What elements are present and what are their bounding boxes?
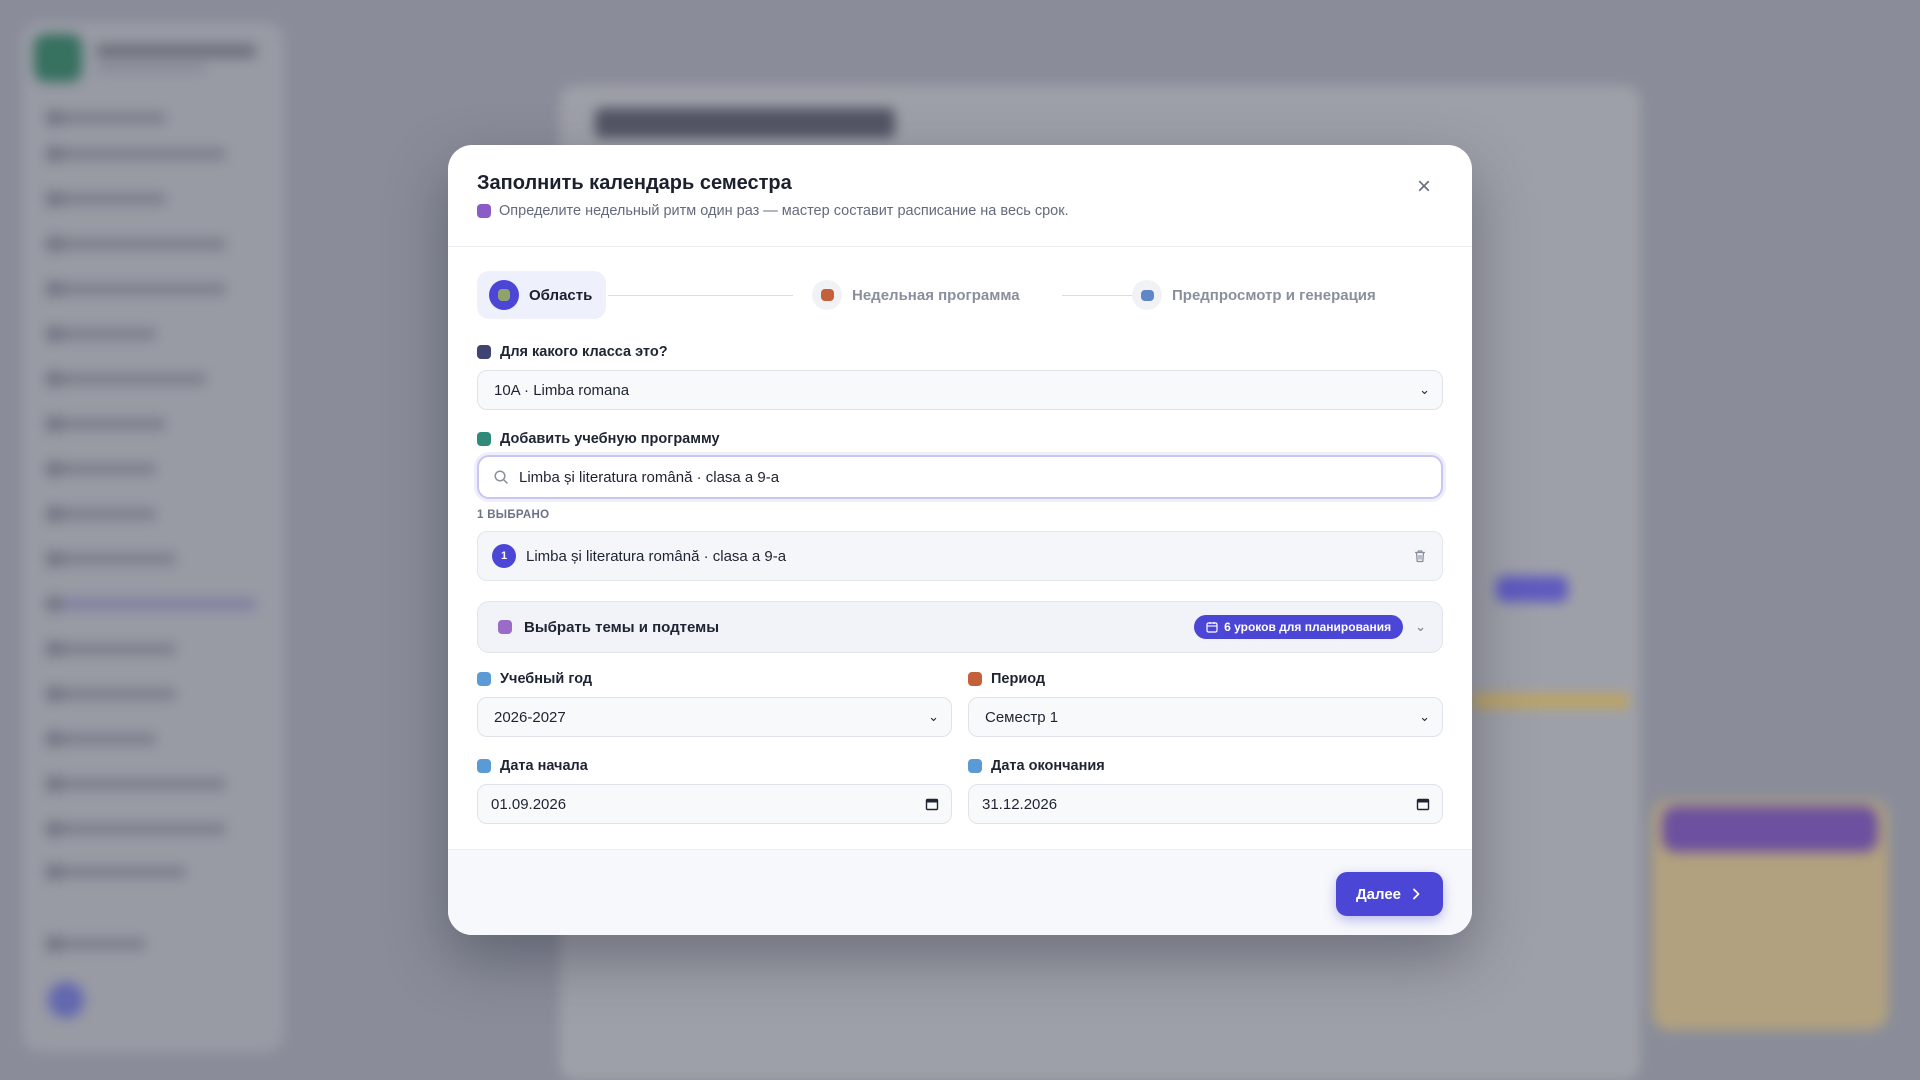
topics-label: Выбрать темы и подтемы [524, 618, 720, 636]
bg-logo [34, 34, 82, 82]
lessons-badge: 6 уроков для планирования [1194, 615, 1404, 639]
chevron-down-icon: ⌄ [928, 709, 939, 724]
fill-semester-calendar-modal: Заполнить календарь семестра Определите … [448, 145, 1472, 935]
step-preview-generate[interactable]: Предпросмотр и генерация [1132, 271, 1376, 319]
bg-sidebar [22, 22, 284, 1052]
class-field-label: Для какого класса это? [477, 344, 668, 360]
bg-event-strip [1470, 694, 1630, 708]
topics-accordion[interactable]: Выбрать темы и подтемы 6 уроков для план… [477, 601, 1443, 653]
calendar-picker-icon[interactable] [1416, 797, 1430, 811]
program-field-label: Добавить учебную программу [477, 431, 720, 447]
close-icon: × [1416, 173, 1431, 200]
chevron-down-icon: ⌄ [1419, 709, 1430, 724]
chevron-down-icon: ⌄ [1419, 382, 1430, 397]
period-field-label: Период [968, 671, 1045, 687]
bg-nav-item [46, 776, 226, 792]
class-select-value: 10A · Limba romana [494, 381, 630, 399]
modal-subtitle-text: Определите недельный ритм один раз — мас… [499, 203, 1069, 219]
period-select-value: Семестр 1 [985, 708, 1059, 726]
year-select-value: 2026-2027 [494, 708, 566, 726]
start-date-input[interactable]: 01.09.2026 [477, 784, 952, 824]
bg-logo-subtext [96, 64, 206, 72]
bg-nav-item [46, 371, 206, 387]
bg-nav-heading [46, 864, 186, 880]
bg-nav-item [46, 821, 226, 837]
preview-icon [1132, 280, 1162, 310]
topics-icon [498, 620, 512, 634]
close-button[interactable]: × [1412, 175, 1436, 199]
bg-nav-item [46, 731, 156, 747]
step-weekly-program-label: Недельная программа [852, 286, 1020, 304]
search-icon [494, 470, 508, 484]
bg-nav-item [46, 326, 156, 342]
wand-icon [477, 204, 491, 218]
books-icon [489, 280, 519, 310]
selected-program-label: Limba și literatura română · clasa a 9-a [526, 547, 787, 565]
bg-nav-item [46, 936, 146, 952]
program-field-label-text: Добавить учебную программу [500, 431, 720, 447]
trash-icon[interactable] [1412, 548, 1428, 564]
calendar-icon [477, 672, 491, 686]
bg-nav-item [46, 461, 156, 477]
step-preview-generate-label: Предпросмотр и генерация [1172, 286, 1376, 304]
bg-nav-item [46, 191, 166, 207]
step-scope-label: Область [529, 286, 593, 304]
class-icon [477, 345, 491, 359]
step-scope[interactable]: Область [477, 271, 607, 319]
bg-nav-item [46, 416, 166, 432]
bg-nav-heading [46, 110, 166, 126]
calendar-icon [1206, 622, 1218, 633]
next-button[interactable]: Далее [1335, 872, 1443, 916]
book-icon [477, 432, 491, 446]
bg-nav-item [46, 641, 176, 657]
step-weekly-program[interactable]: Недельная программа [812, 271, 1020, 319]
bg-user-avatar [48, 982, 84, 1018]
step-connector [608, 295, 793, 296]
package-icon [812, 280, 842, 310]
calendar-picker-icon[interactable] [925, 797, 939, 811]
year-field-label: Учебный год [477, 671, 592, 687]
end-date-label: Дата окончания [968, 758, 1105, 774]
bg-calendar-header [1662, 806, 1878, 852]
end-date-input[interactable]: 31.12.2026 [968, 784, 1443, 824]
bg-logo-text [96, 44, 256, 58]
end-date-value: 31.12.2026 [982, 795, 1058, 813]
bg-nav-item [46, 236, 226, 252]
selected-program-item: 1 Limba și literatura română · clasa a 9… [477, 531, 1443, 581]
modal-header: Заполнить календарь семестра Определите … [448, 145, 1472, 247]
start-date-label-text: Дата начала [500, 758, 588, 774]
bg-page-title [595, 108, 895, 138]
modal-title: Заполнить календарь семестра [477, 172, 792, 194]
next-button-label: Далее [1355, 885, 1401, 903]
item-number-badge: 1 [492, 544, 516, 568]
bg-nav-item [46, 281, 226, 297]
lessons-badge-text: 6 уроков для планирования [1224, 620, 1392, 634]
modal-subtitle: Определите недельный ритм один раз — мас… [477, 203, 1069, 219]
wizard-stepper: Область Недельная программа Предпросмотр… [477, 271, 1443, 319]
year-field-label-text: Учебный год [500, 671, 593, 687]
package-icon [968, 672, 982, 686]
bg-nav-item [46, 146, 226, 162]
calendar-icon [968, 759, 982, 773]
bg-nav-item-active [46, 596, 256, 612]
class-select[interactable]: 10A · Limba romana ⌄ [477, 370, 1443, 410]
calendar-icon [477, 759, 491, 773]
end-date-label-text: Дата окончания [991, 758, 1105, 774]
year-select[interactable]: 2026-2027 ⌄ [477, 697, 952, 737]
program-search-input[interactable] [519, 468, 1427, 486]
chevron-right-icon [1413, 888, 1420, 900]
bg-tab-pill [1496, 576, 1568, 602]
period-field-label-text: Период [991, 671, 1046, 687]
period-select[interactable]: Семестр 1 ⌄ [968, 697, 1443, 737]
selected-count-label: 1 ВЫБРАНО [477, 509, 550, 521]
bg-nav-heading [46, 506, 156, 522]
class-field-label-text: Для какого класса это? [500, 344, 668, 360]
bg-nav-item [46, 686, 176, 702]
start-date-label: Дата начала [477, 758, 588, 774]
chevron-down-icon: ⌄ [1415, 619, 1426, 634]
program-search-field[interactable] [477, 455, 1443, 499]
start-date-value: 01.09.2026 [491, 795, 567, 813]
bg-nav-item [46, 551, 176, 567]
modal-footer: Далее [448, 849, 1472, 935]
